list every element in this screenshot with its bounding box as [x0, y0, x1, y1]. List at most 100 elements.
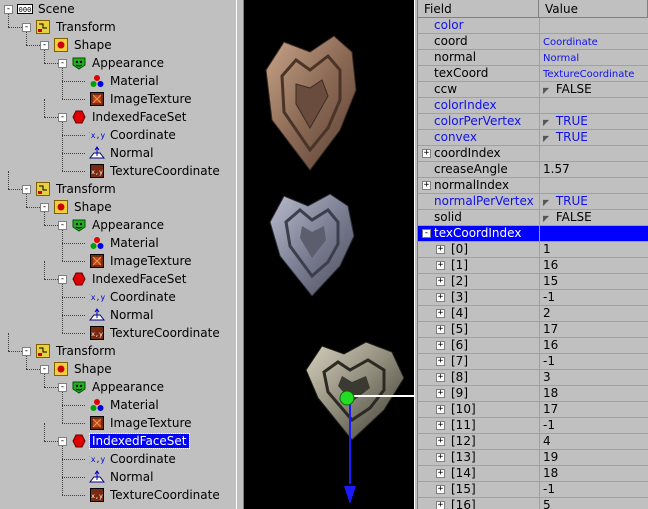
expand-box[interactable]: +	[436, 501, 445, 509]
expand-box[interactable]: +	[436, 277, 445, 286]
value-cell[interactable]: ◤ TRUE	[539, 194, 648, 210]
array-item-row[interactable]: + [6] 16	[418, 338, 648, 354]
field-cell[interactable]: + [5]	[418, 322, 539, 338]
array-item-row[interactable]: + [7] -1	[418, 354, 648, 370]
value-cell[interactable]: ◤ TRUE	[539, 130, 648, 146]
tree-node-label[interactable]: Transform	[54, 182, 118, 196]
scene-tree[interactable]: -000 Scene - Transform - Shape - Appearance Mate…	[0, 0, 236, 509]
tree-node-normal[interactable]: Normal	[76, 144, 155, 162]
field-cell[interactable]: creaseAngle	[418, 162, 539, 178]
tree-expander[interactable]: -	[22, 184, 31, 194]
value-cell[interactable]: -1	[539, 418, 648, 434]
value-cell[interactable]	[539, 18, 648, 34]
value-cell[interactable]	[539, 178, 648, 194]
field-cell[interactable]: colorPerVertex	[418, 114, 539, 130]
value-cell[interactable]: ◤ TRUE	[539, 114, 648, 130]
tree-node-texturecoordinate[interactable]: (x,y) TextureCoordinate	[76, 162, 222, 180]
tree-node-imagetexture[interactable]: ImageTexture	[76, 90, 194, 108]
tree-node-shape[interactable]: - Shape	[40, 36, 114, 54]
value-cell[interactable]: 3	[539, 370, 648, 386]
tree-node-label[interactable]: Normal	[108, 146, 155, 160]
array-item-row[interactable]: + [9] 18	[418, 386, 648, 402]
field-row-normalindex[interactable]: + normalIndex	[418, 178, 648, 194]
heart-model-1[interactable]	[265, 35, 357, 171]
heart-model-2[interactable]	[269, 193, 355, 297]
array-item-row[interactable]: + [10] 17	[418, 402, 648, 418]
field-row-colorpervertex[interactable]: colorPerVertex ◤ TRUE	[418, 114, 648, 130]
expand-box[interactable]: +	[436, 437, 445, 446]
tree-node-label[interactable]: TextureCoordinate	[108, 164, 222, 178]
value-cell[interactable]: 18	[539, 386, 648, 402]
tree-node-coordinate[interactable]: (x,y)Coordinate	[76, 126, 178, 144]
field-row-ccw[interactable]: ccw ◤ FALSE	[418, 82, 648, 98]
tree-expander[interactable]: -	[58, 112, 67, 122]
field-cell[interactable]: normalPerVertex	[418, 194, 539, 210]
tree-node-label[interactable]: Shape	[72, 362, 114, 376]
field-cell[interactable]: + [0]	[418, 242, 539, 258]
field-row-texcoord[interactable]: texCoord TextureCoordinate	[418, 66, 648, 82]
value-cell[interactable]: -1	[539, 290, 648, 306]
field-cell[interactable]: + [11]	[418, 418, 539, 434]
array-item-row[interactable]: + [11] -1	[418, 418, 648, 434]
tree-node-shape[interactable]: - Shape	[40, 198, 114, 216]
tree-node-normal[interactable]: Normal	[76, 306, 155, 324]
field-row-normal[interactable]: normal Normal	[418, 50, 648, 66]
field-cell[interactable]: colorIndex	[418, 98, 539, 114]
array-item-row[interactable]: + [2] 15	[418, 274, 648, 290]
value-cell[interactable]: -1	[539, 354, 648, 370]
tree-node-label[interactable]: Coordinate	[108, 290, 178, 304]
field-row-creaseangle[interactable]: creaseAngle 1.57	[418, 162, 648, 178]
tree-node-appearance[interactable]: - Appearance	[58, 216, 166, 234]
tree-expander[interactable]: -	[58, 382, 67, 392]
array-item-row[interactable]: + [8] 3	[418, 370, 648, 386]
field-row-coordindex[interactable]: + coordIndex	[418, 146, 648, 162]
tree-node-shape[interactable]: - Shape	[40, 360, 114, 378]
field-cell[interactable]: + [7]	[418, 354, 539, 370]
value-cell[interactable]: 1	[539, 242, 648, 258]
tree-node-label[interactable]: Scene	[36, 2, 77, 16]
tree-node-label[interactable]: Material	[108, 74, 161, 88]
field-row-color[interactable]: color	[418, 18, 648, 34]
field-cell[interactable]: + coordIndex	[418, 146, 539, 162]
viewport-canvas[interactable]	[244, 0, 414, 509]
field-cell[interactable]: + [14]	[418, 466, 539, 482]
tree-node-label[interactable]: ImageTexture	[108, 92, 194, 106]
value-cell[interactable]	[539, 146, 648, 162]
field-cell[interactable]: + [6]	[418, 338, 539, 354]
splitter-left[interactable]	[236, 0, 244, 509]
heart-model-3[interactable]	[305, 341, 405, 441]
tree-node-indexedfaceset[interactable]: - IndexedFaceSet	[58, 432, 190, 450]
tree-node-label[interactable]: IndexedFaceSet	[89, 433, 190, 449]
field-cell[interactable]: - texCoordIndex	[418, 226, 539, 242]
tree-expander[interactable]: -	[58, 436, 67, 446]
tree-expander[interactable]: -	[58, 274, 67, 284]
tree-node-label[interactable]: ImageTexture	[108, 254, 194, 268]
field-cell[interactable]: + [16]	[418, 498, 539, 509]
expand-box[interactable]: -	[422, 229, 431, 238]
tree-expander[interactable]: -	[22, 22, 31, 32]
tree-node-label[interactable]: Material	[108, 398, 161, 412]
field-cell[interactable]: color	[418, 18, 539, 34]
field-cell[interactable]: + [15]	[418, 482, 539, 498]
expand-box[interactable]: +	[436, 309, 445, 318]
tree-node-normal[interactable]: Normal	[76, 468, 155, 486]
tree-expander[interactable]: -	[40, 40, 49, 50]
array-item-row[interactable]: + [14] 18	[418, 466, 648, 482]
expand-box[interactable]: +	[436, 325, 445, 334]
field-row-convex[interactable]: convex ◤ TRUE	[418, 130, 648, 146]
value-cell[interactable]: Normal	[539, 50, 648, 66]
tree-node-material[interactable]: Material	[76, 72, 161, 90]
expand-box[interactable]: +	[436, 373, 445, 382]
array-item-row[interactable]: + [13] 19	[418, 450, 648, 466]
tree-node-label[interactable]: Shape	[72, 200, 114, 214]
tree-node-label[interactable]: Normal	[108, 470, 155, 484]
array-item-row[interactable]: + [3] -1	[418, 290, 648, 306]
value-cell[interactable]	[539, 98, 648, 114]
tree-node-appearance[interactable]: - Appearance	[58, 54, 166, 72]
expand-box[interactable]: +	[436, 421, 445, 430]
tree-expander[interactable]: -	[40, 202, 49, 212]
field-row-normalpervertex[interactable]: normalPerVertex ◤ TRUE	[418, 194, 648, 210]
field-cell[interactable]: + [4]	[418, 306, 539, 322]
tree-node-label[interactable]: Shape	[72, 38, 114, 52]
array-item-row[interactable]: + [16] 5	[418, 498, 648, 509]
